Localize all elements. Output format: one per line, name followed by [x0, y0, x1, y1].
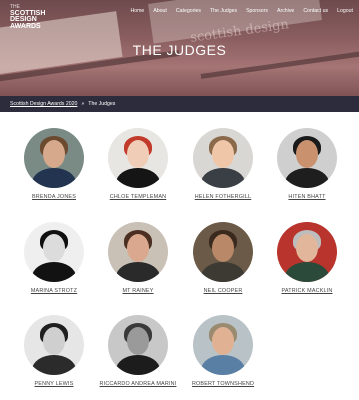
judge-name-link[interactable]: HELEN FOTHERGILL [181, 194, 265, 201]
page-title: THE JUDGES [132, 42, 227, 58]
judge-card[interactable]: ROBERT TOWNSHEND [181, 315, 265, 388]
judge-card[interactable]: MARINA STROTZ [12, 222, 96, 295]
breadcrumb-bar: Scottish Design Awards 2020 » The Judges [0, 96, 359, 112]
judge-name-link[interactable]: PATRICK MACKLIN [265, 288, 349, 295]
judge-name-link[interactable]: CHLOE TEMPLEMAN [96, 194, 180, 201]
judge-name-link[interactable]: MARINA STROTZ [12, 288, 96, 295]
judge-name-link[interactable]: BRENDA JONES [12, 194, 96, 201]
judge-name-link[interactable]: HITEN BHATT [265, 194, 349, 201]
photo-body [201, 262, 245, 282]
nav-item-about[interactable]: About [153, 8, 167, 14]
photo-face [43, 327, 65, 355]
photo-face [43, 140, 65, 168]
judge-card[interactable]: PENNY LEWIS [12, 315, 96, 388]
judge-photo[interactable] [193, 222, 253, 282]
judge-photo[interactable] [24, 128, 84, 188]
judge-name-link[interactable]: RICCARDO ANDREA MARINI [96, 381, 180, 388]
photo-body [116, 168, 160, 188]
photo-body [32, 262, 76, 282]
judge-photo[interactable] [108, 222, 168, 282]
judge-photo[interactable] [108, 128, 168, 188]
photo-body [32, 355, 76, 375]
judge-card[interactable]: HITEN BHATT [265, 128, 349, 201]
photo-face [43, 234, 65, 262]
judge-card[interactable]: RICCARDO ANDREA MARINI [96, 315, 180, 388]
judge-photo[interactable] [108, 315, 168, 375]
logo-line: AWARDS [10, 22, 41, 30]
photo-face [127, 327, 149, 355]
judge-card[interactable]: MT RAINEY [96, 222, 180, 295]
judge-photo[interactable] [24, 222, 84, 282]
judge-card[interactable]: PATRICK MACKLIN [265, 222, 349, 295]
photo-face [127, 140, 149, 168]
photo-body [116, 262, 160, 282]
hero-banner: scottish design THE SCOTTISH DESIGN AWAR… [0, 0, 359, 96]
photo-face [212, 234, 234, 262]
breadcrumb: Scottish Design Awards 2020 » The Judges [10, 101, 115, 107]
judge-photo[interactable] [277, 222, 337, 282]
judge-card[interactable]: CHLOE TEMPLEMAN [96, 128, 180, 201]
nav-item-archive[interactable]: Archive [277, 8, 294, 14]
main-nav: Home About Categories The Judges Sponsor… [130, 8, 353, 14]
breadcrumb-home-link[interactable]: Scottish Design Awards 2020 [10, 101, 77, 107]
nav-item-contact-us[interactable]: Contact us [303, 8, 328, 14]
breadcrumb-current: The Judges [88, 101, 116, 107]
photo-face [127, 234, 149, 262]
judge-name-link[interactable]: PENNY LEWIS [12, 381, 96, 388]
nav-item-sponsors[interactable]: Sponsors [246, 8, 268, 14]
photo-body [201, 355, 245, 375]
photo-body [285, 168, 329, 188]
judge-photo[interactable] [24, 315, 84, 375]
judge-name-link[interactable]: NEIL COOPER [181, 288, 265, 295]
nav-item-logout[interactable]: Logout [337, 8, 353, 14]
nav-item-categories[interactable]: Categories [176, 8, 201, 14]
photo-face [296, 140, 318, 168]
photo-body [285, 262, 329, 282]
judge-photo[interactable] [193, 128, 253, 188]
photo-face [212, 140, 234, 168]
photo-face [296, 234, 318, 262]
nav-item-home[interactable]: Home [130, 8, 144, 14]
judge-name-link[interactable]: MT RAINEY [96, 288, 180, 295]
nav-item-the-judges[interactable]: The Judges [210, 8, 237, 14]
photo-body [201, 168, 245, 188]
logo-line: THE [10, 4, 20, 10]
photo-body [32, 168, 76, 188]
judge-name-link[interactable]: ROBERT TOWNSHEND [181, 381, 265, 388]
judge-photo[interactable] [277, 128, 337, 188]
site-logo[interactable]: THE SCOTTISH DESIGN AWARDS [10, 4, 54, 29]
judge-card[interactable]: HELEN FOTHERGILL [181, 128, 265, 201]
judge-photo[interactable] [193, 315, 253, 375]
judge-card[interactable]: NEIL COOPER [181, 222, 265, 295]
photo-body [116, 355, 160, 375]
judge-card[interactable]: BRENDA JONES [12, 128, 96, 201]
photo-face [212, 327, 234, 355]
breadcrumb-separator: » [81, 101, 85, 107]
